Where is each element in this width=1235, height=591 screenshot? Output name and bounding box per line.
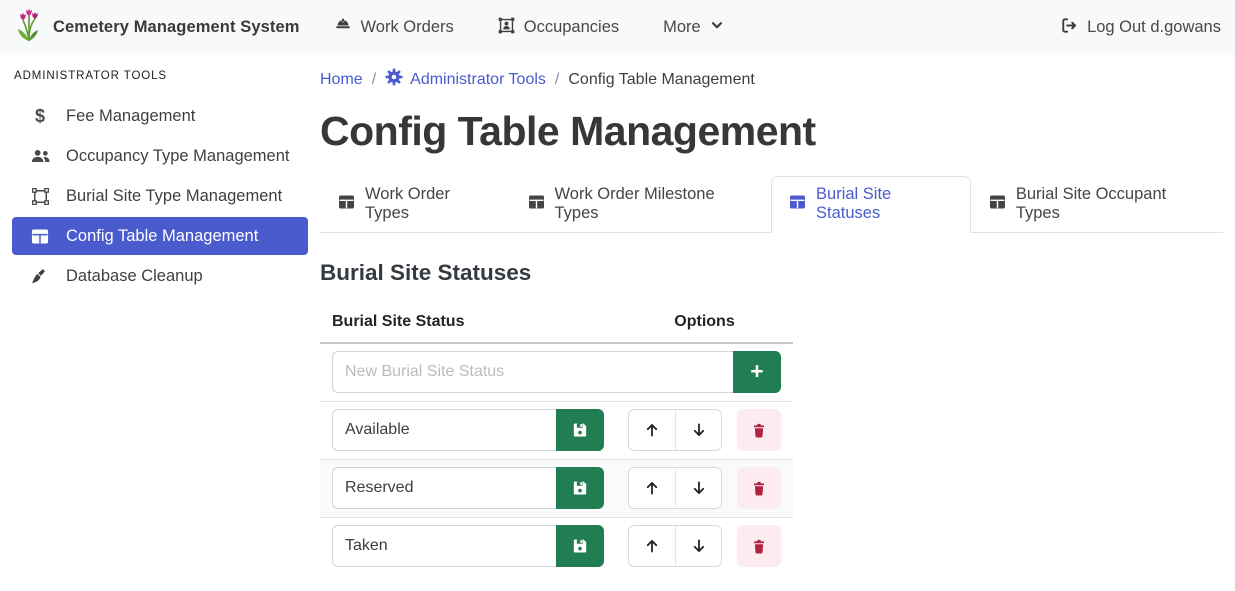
sidebar-item-label: Burial Site Type Management (66, 187, 282, 206)
breadcrumb-separator: / (555, 71, 559, 89)
tab-bar: Work Order Types Work Order Milestone Ty… (320, 176, 1223, 233)
dollar-icon: $ (29, 106, 51, 127)
plus-icon: + (750, 360, 763, 383)
occupancy-frame-icon (498, 17, 515, 39)
arrow-down-icon (690, 479, 708, 497)
tab-burial-site-statuses[interactable]: Burial Site Statuses (771, 176, 971, 233)
tab-work-order-milestone-types[interactable]: Work Order Milestone Types (510, 176, 772, 233)
brand[interactable]: Cemetery Management System (14, 7, 300, 48)
nav-more-label: More (663, 18, 701, 37)
sidebar-item-label: Occupancy Type Management (66, 147, 290, 166)
delete-button[interactable] (737, 525, 781, 567)
add-status-button[interactable]: + (733, 351, 781, 393)
save-button[interactable] (556, 467, 604, 509)
tab-label: Work Order Types (365, 185, 492, 223)
trash-icon (751, 422, 767, 439)
logout-button[interactable]: Log Out d.gowans (1060, 17, 1221, 39)
move-up-button[interactable] (628, 409, 675, 451)
sidebar-item-fee-management[interactable]: $ Fee Management (12, 97, 308, 135)
sidebar-item-occupancy-type-management[interactable]: Occupancy Type Management (12, 137, 308, 175)
tab-burial-site-occupant-types[interactable]: Burial Site Occupant Types (971, 176, 1223, 233)
trash-icon (751, 480, 767, 497)
new-status-input[interactable] (332, 351, 733, 393)
status-row-reserved (320, 460, 793, 518)
sidebar-item-label: Config Table Management (66, 227, 258, 246)
logout-label: Log Out d.gowans (1087, 18, 1221, 37)
move-down-button[interactable] (675, 525, 722, 567)
vector-square-icon (29, 188, 51, 205)
table-icon (528, 195, 545, 214)
arrow-down-icon (690, 537, 708, 555)
table-icon (29, 229, 51, 244)
tab-label: Burial Site Occupant Types (1016, 185, 1205, 223)
delete-button[interactable] (737, 467, 781, 509)
section-heading: Burial Site Statuses (320, 260, 1223, 286)
new-status-row: + (320, 344, 793, 402)
reorder-group (628, 467, 722, 509)
table-header-row: Burial Site Status Options (320, 307, 793, 344)
arrow-down-icon (690, 421, 708, 439)
table-icon (989, 195, 1006, 214)
tab-label: Work Order Milestone Types (555, 185, 754, 223)
top-navbar: Cemetery Management System Work Orders (0, 0, 1235, 55)
save-button[interactable] (556, 525, 604, 567)
status-input[interactable] (332, 409, 556, 451)
status-row-available (320, 402, 793, 460)
save-icon (571, 479, 589, 497)
breadcrumb-admin-tools-link[interactable]: Administrator Tools (385, 68, 546, 91)
reorder-group (628, 525, 722, 567)
sidebar: ADMINISTRATOR TOOLS $ Fee Management Occ… (0, 55, 320, 591)
breadcrumb-home-link[interactable]: Home (320, 71, 363, 89)
tulip-logo-icon (14, 7, 44, 48)
sign-out-icon (1060, 17, 1078, 39)
nav-work-orders-label: Work Orders (361, 18, 454, 37)
save-icon (571, 537, 589, 555)
delete-button[interactable] (737, 409, 781, 451)
trash-icon (751, 538, 767, 555)
column-header-options: Options (628, 313, 781, 331)
tab-work-order-types[interactable]: Work Order Types (320, 176, 510, 233)
page-title: Config Table Management (320, 108, 1223, 155)
main-content: Home / Administrator Tool (320, 55, 1235, 591)
hard-hat-icon (334, 17, 352, 38)
move-up-button[interactable] (628, 467, 675, 509)
sidebar-item-burial-site-type-management[interactable]: Burial Site Type Management (12, 177, 308, 215)
breadcrumb-admin-tools-label: Administrator Tools (410, 71, 546, 89)
column-header-status: Burial Site Status (332, 313, 628, 331)
nav-occupancies-label: Occupancies (524, 18, 619, 37)
breadcrumb-separator: / (372, 71, 376, 89)
nav-work-orders[interactable]: Work Orders (334, 17, 454, 38)
arrow-up-icon (643, 537, 661, 555)
breadcrumb: Home / Administrator Tool (320, 68, 1223, 91)
nav-more[interactable]: More (663, 18, 724, 37)
status-input[interactable] (332, 467, 556, 509)
sidebar-item-database-cleanup[interactable]: Database Cleanup (12, 257, 308, 295)
save-icon (571, 421, 589, 439)
sidebar-item-label: Fee Management (66, 107, 195, 126)
table-icon (789, 195, 806, 214)
reorder-group (628, 409, 722, 451)
move-down-button[interactable] (675, 467, 722, 509)
status-input[interactable] (332, 525, 556, 567)
save-button[interactable] (556, 409, 604, 451)
sidebar-heading: ADMINISTRATOR TOOLS (14, 70, 308, 82)
nav-occupancies[interactable]: Occupancies (498, 17, 619, 39)
chevron-down-icon (710, 18, 724, 37)
gear-icon (385, 68, 403, 91)
move-down-button[interactable] (675, 409, 722, 451)
arrow-up-icon (643, 421, 661, 439)
tab-label: Burial Site Statuses (816, 185, 953, 223)
sidebar-item-label: Database Cleanup (66, 267, 203, 286)
table-icon (338, 195, 355, 214)
users-icon (29, 149, 51, 164)
main-nav: Work Orders Occupancies More (334, 17, 724, 39)
arrow-up-icon (643, 479, 661, 497)
sidebar-item-config-table-management[interactable]: Config Table Management (12, 217, 308, 255)
move-up-button[interactable] (628, 525, 675, 567)
breadcrumb-current: Config Table Management (568, 71, 755, 89)
status-row-taken (320, 518, 793, 575)
status-table: Burial Site Status Options + (320, 307, 793, 575)
app-title: Cemetery Management System (53, 18, 300, 37)
broom-icon (29, 268, 51, 285)
